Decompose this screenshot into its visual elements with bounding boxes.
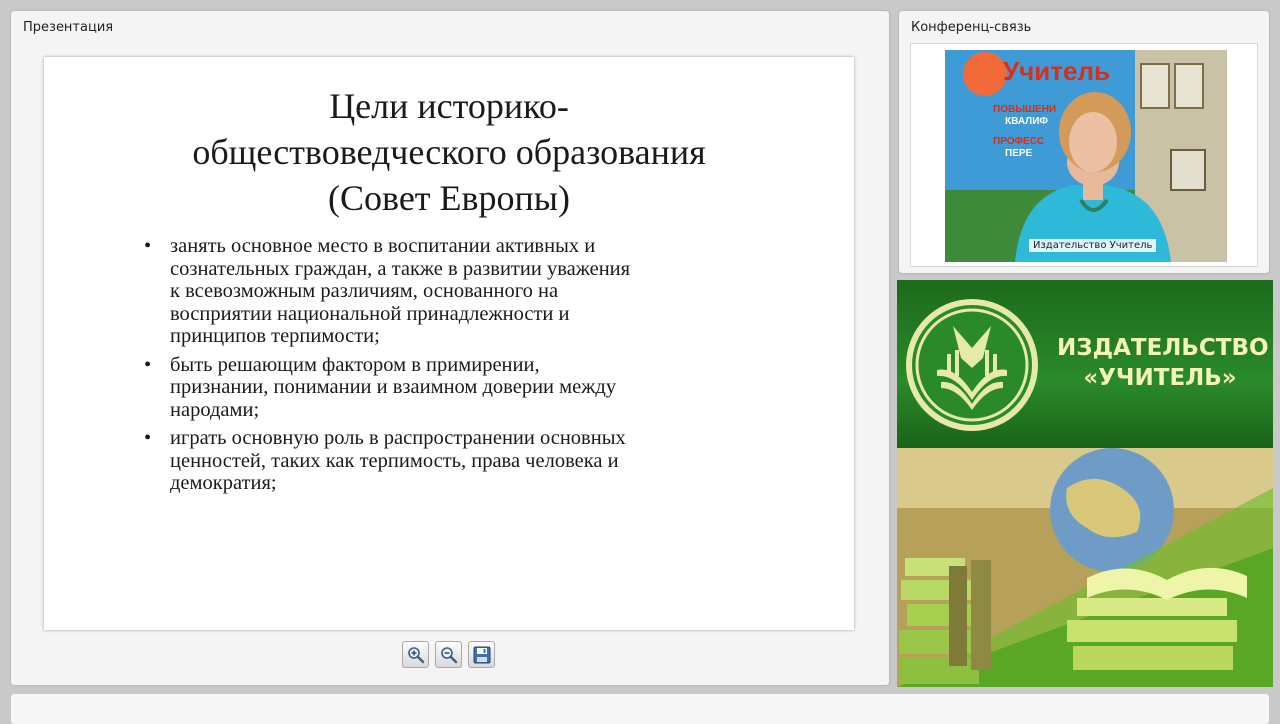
bullet-line: ценностей, таких как терпимость, права ч… [170,449,619,472]
slide-bullet: • занять основное место в воспитании акт… [144,235,764,348]
video-feed[interactable]: Учитель ПОВЫШЕНИ КВАЛИФ ПРОФЕСС ПЕРЕ Изд… [945,50,1227,262]
bullet-dot: • [144,427,152,449]
backdrop-text: ПЕРЕ [1005,148,1033,159]
bullet-line: признании, понимании и взаимном доверии … [170,376,617,398]
slide-title: Цели историко- обществоведческого образо… [104,83,794,221]
publisher-name-line: «УЧИТЕЛЬ» [1083,365,1237,391]
slide-bullet-list: • занять основное место в воспитании акт… [144,235,764,501]
publisher-name-line: ИЗДАТЕЛЬСТВО [1057,335,1269,361]
backdrop-banner-text: Учитель [1003,56,1110,86]
publisher-logo-icon [906,299,1038,431]
video-scene-image: Учитель ПОВЫШЕНИ КВАЛИФ ПРОФЕСС ПЕРЕ [945,50,1227,262]
save-icon [473,646,491,664]
bullet-line: играть основную роль в распространении о… [170,427,626,449]
zoom-in-icon [408,647,425,664]
banner-books-image [897,448,1273,687]
slide-title-line: обществоведческого образования [192,132,706,172]
publisher-name: ИЗДАТЕЛЬСТВО «УЧИТЕЛЬ» [1057,333,1269,393]
bullet-line: восприятии национальной принадлежности и [170,302,570,325]
publisher-banner[interactable]: ИЗДАТЕЛЬСТВО «УЧИТЕЛЬ» [897,280,1273,687]
slide-bullet: • быть решающим фактором в примирении, п… [144,354,764,422]
slide-title-line: Цели историко- [329,86,569,126]
zoom-out-icon [441,647,458,664]
zoom-in-button[interactable] [402,641,429,668]
banner-top: ИЗДАТЕЛЬСТВО «УЧИТЕЛЬ» [897,280,1273,448]
backdrop-text: ПРОФЕСС [993,136,1044,147]
video-label: Издательство Учитель [1029,239,1157,252]
video-frame: Учитель ПОВЫШЕНИ КВАЛИФ ПРОФЕСС ПЕРЕ Изд… [910,43,1258,267]
bullet-line: к всевозможным различиям, основанного на [170,280,559,302]
backdrop-text: КВАЛИФ [1005,116,1048,127]
conference-panel: Конференц-связь Учитель ПОВЫШЕНИ КВАЛИФ … [899,11,1269,273]
bullet-line: демократия; [170,472,277,494]
slide-bullet: • играть основную роль в распространении… [144,427,764,495]
bullet-line: принципов терпимости; [170,325,380,347]
bullet-line: быть решающим фактором в примирении, [170,353,540,376]
presentation-slide: Цели историко- обществоведческого образо… [44,57,854,630]
zoom-out-button[interactable] [435,641,462,668]
presentation-panel: Презентация Цели историко- обществоведче… [11,11,889,685]
bullet-line: сознательных граждан, а также в развитии… [170,257,631,280]
backdrop-text: ПОВЫШЕНИ [993,104,1056,115]
bullet-line: народами; [170,398,260,421]
bullet-dot: • [144,353,152,376]
save-button[interactable] [468,641,495,668]
books-globe-image [897,448,1273,687]
bullet-line: занять основное место в воспитании актив… [170,235,596,257]
slide-title-line: (Совет Европы) [328,178,570,218]
conference-panel-title: Конференц-связь [911,20,1032,35]
bullet-dot: • [144,235,152,257]
presentation-panel-title: Презентация [23,20,114,35]
